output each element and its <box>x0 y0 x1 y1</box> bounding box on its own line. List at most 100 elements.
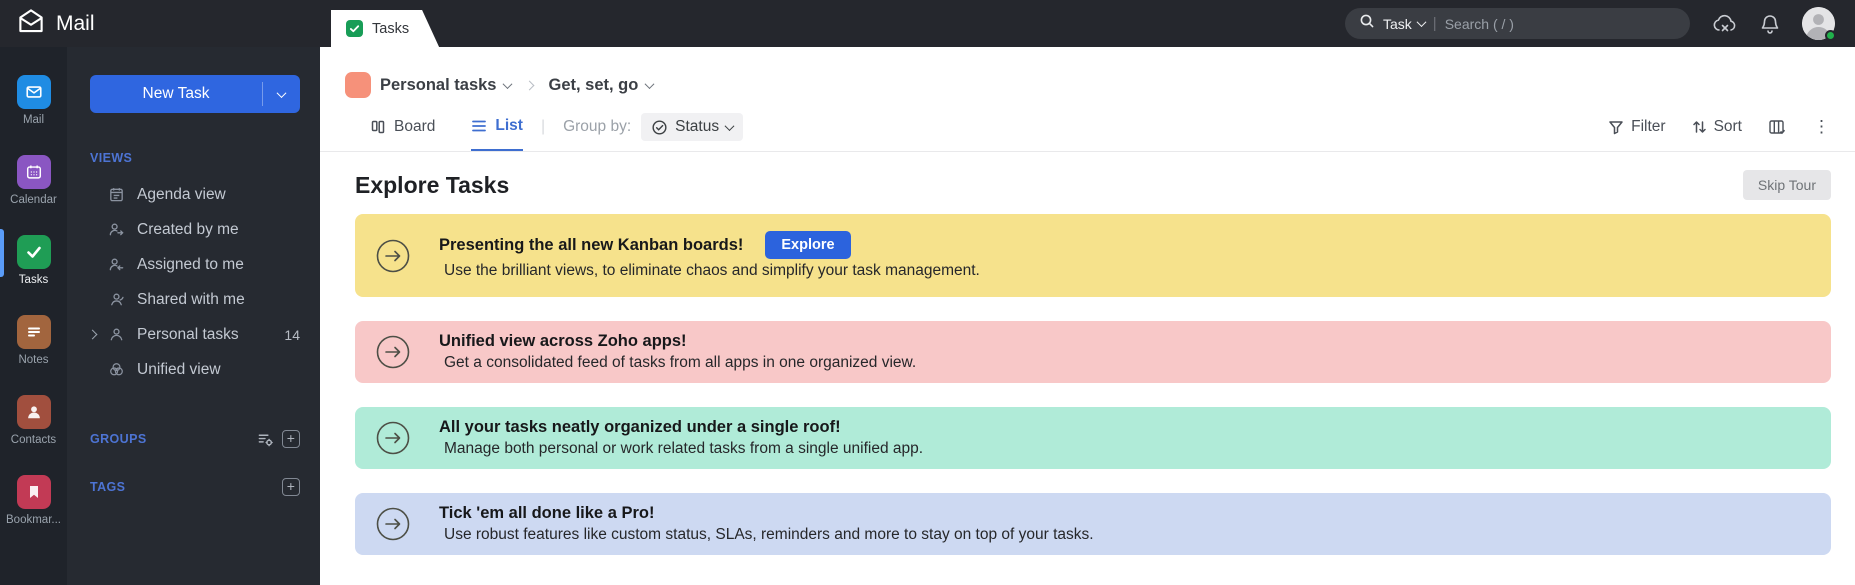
personal-tasks-count: 14 <box>284 326 300 343</box>
notifications-bell-icon[interactable] <box>1760 13 1780 35</box>
banner-title: All your tasks neatly organized under a … <box>439 418 841 436</box>
banner-title: Presenting the all new Kanban boards! <box>439 235 744 254</box>
views-header-label: VIEWS <box>90 151 133 165</box>
app-brand: Mail <box>0 6 95 41</box>
main-content: Personal tasks Get, set, go Board List |… <box>320 47 1855 585</box>
banner-subtitle: Manage both personal or work related tas… <box>444 440 924 457</box>
rail-item-tasks[interactable]: Tasks <box>0 229 67 286</box>
arrow-circle-icon <box>375 334 411 370</box>
tasks-sidebar: New Task VIEWS Agenda view Created by me <box>67 47 320 585</box>
banner-tick-em-all: Tick 'em all done like a Pro! Use robust… <box>355 493 1831 555</box>
rail-label: Contacts <box>10 434 57 446</box>
chevron-down-icon <box>724 120 735 131</box>
breadcrumb-project[interactable]: Personal tasks <box>380 76 513 95</box>
tasks-icon <box>16 235 51 269</box>
chevron-down-icon <box>503 78 513 89</box>
tab-list[interactable]: List <box>471 103 523 151</box>
rail-label: Bookmar... <box>6 514 61 526</box>
groups-header-label: GROUPS <box>90 432 147 446</box>
rail-item-notes[interactable]: Notes <box>0 315 67 366</box>
views-list: Agenda view Created by me Assigned to me… <box>67 177 320 387</box>
sidebar-item-shared-with-me[interactable]: Shared with me <box>67 282 320 317</box>
rail-label: Mail <box>22 114 45 126</box>
agenda-icon <box>107 186 125 203</box>
breadcrumb-section-label: Get, set, go <box>548 75 639 94</box>
chevron-down-icon <box>1416 17 1427 28</box>
sidebar-item-label: Unified view <box>137 360 221 378</box>
tab-list-label: List <box>495 117 523 134</box>
online-status-dot <box>1825 30 1836 41</box>
sidebar-item-created-by-me[interactable]: Created by me <box>67 212 320 247</box>
sidebar-item-label: Created by me <box>137 220 239 238</box>
arrow-circle-icon <box>375 238 411 274</box>
tab-board[interactable]: Board <box>370 103 435 151</box>
columns-button[interactable] <box>1768 118 1787 136</box>
rail-label: Calendar <box>10 194 57 206</box>
new-task-dropdown[interactable] <box>263 87 300 98</box>
notes-icon <box>16 315 51 349</box>
add-group-button[interactable]: + <box>282 430 300 448</box>
search-icon <box>1359 13 1375 34</box>
app-rail: Mail Calendar Tasks Notes Contacts Bookm… <box>0 47 67 585</box>
expand-chevron-icon[interactable] <box>87 329 98 340</box>
unified-view-icon <box>107 361 125 378</box>
filter-label: Filter <box>1631 118 1666 135</box>
new-task-button[interactable]: New Task <box>90 75 300 113</box>
banner-list: Presenting the all new Kanban boards! Ex… <box>355 214 1831 555</box>
manage-groups-icon[interactable] <box>257 431 274 448</box>
sort-button[interactable]: Sort <box>1692 118 1742 136</box>
tags-header-label: TAGS <box>90 480 126 494</box>
board-icon <box>371 120 385 134</box>
rail-item-mail[interactable]: Mail <box>0 75 67 126</box>
search-input[interactable]: Search ( / ) <box>1445 16 1514 32</box>
views-section-header: VIEWS <box>67 151 320 165</box>
list-icon <box>472 120 487 132</box>
explore-button[interactable]: Explore <box>765 231 851 259</box>
banner-title: Tick 'em all done like a Pro! <box>439 504 655 522</box>
brand-name: Mail <box>56 11 95 35</box>
sidebar-item-assigned-to-me[interactable]: Assigned to me <box>67 247 320 282</box>
person-icon <box>107 326 125 343</box>
sidebar-item-personal-tasks[interactable]: Personal tasks 14 <box>67 317 320 352</box>
group-by-status-dropdown[interactable]: Status <box>641 113 744 141</box>
user-avatar[interactable] <box>1802 7 1836 42</box>
rail-item-bookmarks[interactable]: Bookmar... <box>0 475 67 526</box>
person-arrow-in-icon <box>107 256 125 273</box>
person-share-icon <box>107 291 125 308</box>
topbar: Mail Tasks Task | Search ( / ) <box>0 0 1855 47</box>
project-color-swatch <box>345 72 371 98</box>
rail-item-calendar[interactable]: Calendar <box>0 155 67 206</box>
tab-tasks-label: Tasks <box>372 20 410 37</box>
tags-section-header: TAGS + <box>67 478 320 496</box>
add-tag-button[interactable]: + <box>282 478 300 496</box>
cloud-sync-icon[interactable] <box>1712 13 1738 35</box>
breadcrumb: Personal tasks Get, set, go <box>320 47 1855 103</box>
sort-label: Sort <box>1713 118 1742 135</box>
toolbar-divider: | <box>540 118 546 135</box>
sidebar-item-label: Personal tasks <box>137 325 239 343</box>
group-by-value: Status <box>675 118 720 135</box>
columns-icon <box>1769 120 1786 135</box>
breadcrumb-section[interactable]: Get, set, go <box>548 75 655 95</box>
rail-label: Notes <box>18 354 49 366</box>
mail-logo-icon <box>16 6 46 41</box>
breadcrumb-separator-icon <box>525 80 535 90</box>
search-scope-dropdown[interactable]: Task <box>1383 16 1427 32</box>
calendar-icon <box>16 155 51 189</box>
sort-arrows-icon <box>1692 121 1706 133</box>
arrow-circle-icon <box>375 506 411 542</box>
rail-item-contacts[interactable]: Contacts <box>0 395 67 446</box>
view-toolbar: Board List | Group by: Status Filter Sor… <box>320 103 1855 152</box>
filter-button[interactable]: Filter <box>1608 118 1666 136</box>
sidebar-item-unified-view[interactable]: Unified view <box>67 352 320 387</box>
rail-label: Tasks <box>18 274 49 286</box>
search-bar[interactable]: Task | Search ( / ) <box>1345 8 1690 39</box>
bookmark-icon <box>16 475 51 509</box>
groups-section-header: GROUPS + <box>67 430 320 448</box>
skip-tour-button[interactable]: Skip Tour <box>1742 170 1831 200</box>
group-by-label: Group by: <box>563 118 632 135</box>
topbar-right: Task | Search ( / ) <box>1345 7 1855 42</box>
sidebar-item-agenda-view[interactable]: Agenda view <box>67 177 320 212</box>
tab-tasks[interactable]: Tasks <box>331 10 439 47</box>
more-options-kebab-icon[interactable]: ⋮ <box>1813 117 1830 137</box>
